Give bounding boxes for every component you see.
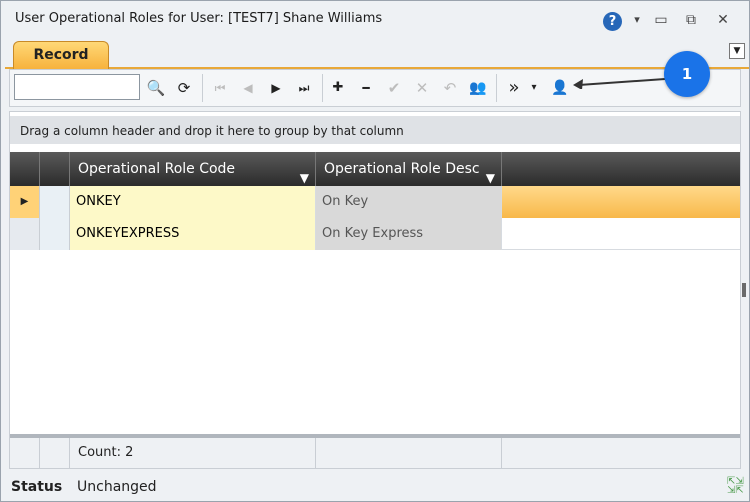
undo-icon[interactable]: ↶	[438, 75, 462, 101]
column-header-code-label: Operational Role Code	[78, 161, 236, 177]
search-input[interactable]	[14, 74, 140, 100]
search-icon[interactable]: 🔍	[144, 75, 168, 101]
previous-record-icon[interactable]: ◀	[236, 75, 260, 101]
data-grid: Drag a column header and drop it here to…	[9, 111, 741, 469]
remove-icon[interactable]: ━	[354, 75, 378, 101]
column-header-code[interactable]: Operational Role Code ▼	[70, 152, 316, 186]
group-by-panel[interactable]: Drag a column header and drop it here to…	[10, 116, 740, 144]
row-select-cell[interactable]	[40, 218, 70, 250]
grid-header-row: Operational Role Code ▼ Operational Role…	[10, 152, 740, 186]
scrollbar-thumb[interactable]	[742, 283, 746, 297]
toolbar-divider	[496, 74, 497, 102]
toolbar-divider	[322, 74, 323, 102]
column-header-desc[interactable]: Operational Role Desc ▼	[316, 152, 502, 186]
record-count: Count: 2	[70, 438, 316, 468]
grid-footer-row: Count: 2	[10, 434, 740, 468]
status-value: Unchanged	[77, 479, 157, 495]
row-indicator-cell	[10, 218, 40, 250]
current-row-indicator-icon: ▶	[10, 186, 40, 218]
footer-desc-cell	[316, 438, 502, 468]
filter-icon[interactable]: ▼	[300, 161, 309, 186]
help-dropdown-icon[interactable]: ▾	[627, 10, 647, 30]
tab-record[interactable]: Record	[13, 41, 109, 69]
header-indicator-cell	[10, 152, 40, 186]
column-header-desc-label: Operational Role Desc	[324, 161, 480, 177]
tab-menu-chevron-down-icon[interactable]: ▼	[729, 43, 745, 59]
filter-icon[interactable]: ▼	[486, 161, 495, 186]
row-select-cell[interactable]	[40, 186, 70, 218]
help-icon[interactable]: ?	[603, 12, 622, 31]
table-row[interactable]: ONKEYEXPRESS On Key Express	[10, 218, 740, 250]
user-action-icon[interactable]: 👤	[548, 75, 572, 101]
close-icon[interactable]: ✕	[713, 10, 733, 30]
more-actions-icon[interactable]: »	[502, 75, 526, 101]
callout-arrow	[573, 78, 666, 89]
users-icon[interactable]: 👥	[466, 75, 490, 101]
status-label: Status	[11, 479, 63, 495]
accept-icon[interactable]: ✔	[382, 75, 406, 101]
tab-strip: Record ▼	[5, 39, 749, 69]
minimize-icon[interactable]: ▭	[651, 10, 671, 30]
callout-badge: 1	[664, 51, 710, 97]
cell-role-code[interactable]: ONKEY	[70, 186, 316, 218]
header-select-cell[interactable]	[40, 152, 70, 186]
more-dropdown-icon[interactable]: ▾	[526, 75, 542, 101]
next-record-icon[interactable]: ▶	[264, 75, 288, 101]
cell-role-desc[interactable]: On Key	[316, 186, 502, 218]
row-filler	[502, 186, 740, 218]
last-record-icon[interactable]: ⏭	[292, 75, 316, 101]
status-bar: Status Unchanged ⇱⇲ ⇲⇱	[1, 473, 749, 501]
refresh-icon[interactable]: ⟳	[172, 75, 196, 101]
cell-role-desc[interactable]: On Key Express	[316, 218, 502, 250]
cell-role-code[interactable]: ONKEYEXPRESS	[70, 218, 316, 250]
resize-grip-icon[interactable]: ⇱⇲ ⇲⇱	[727, 477, 745, 496]
first-record-icon[interactable]: ⏮	[208, 75, 232, 101]
dialog-window: User Operational Roles for User: [TEST7]…	[0, 0, 750, 502]
footer-select-cell	[40, 438, 70, 468]
table-row[interactable]: ▶ ONKEY On Key	[10, 186, 740, 218]
window-title: User Operational Roles for User: [TEST7]…	[15, 11, 383, 26]
cancel-icon[interactable]: ✕	[410, 75, 434, 101]
toolbar-divider	[202, 74, 203, 102]
title-bar: User Operational Roles for User: [TEST7]…	[1, 1, 749, 39]
add-icon[interactable]: ✚	[326, 75, 350, 101]
footer-indicator-cell	[10, 438, 40, 468]
restore-icon[interactable]: ⧉	[681, 10, 701, 30]
